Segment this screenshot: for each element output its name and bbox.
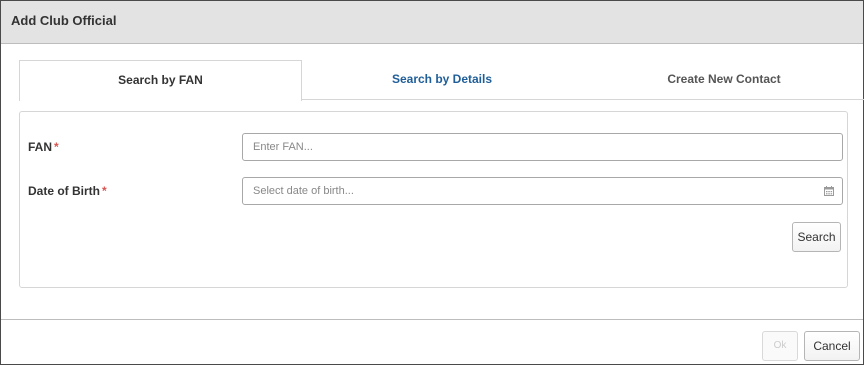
tab-search-by-details[interactable]: Search by Details: [301, 60, 583, 99]
dialog-header: Add Club Official: [1, 1, 863, 44]
dob-field-label: Date of Birth *: [28, 184, 107, 198]
calendar-icon[interactable]: [824, 186, 834, 196]
footer-divider: [1, 319, 863, 320]
fan-field-label: FAN *: [28, 140, 59, 154]
search-button[interactable]: Search: [792, 222, 841, 252]
cancel-button[interactable]: Cancel: [804, 331, 860, 361]
fan-input-placeholder: Enter FAN...: [253, 141, 313, 153]
fan-input[interactable]: Enter FAN...: [242, 133, 843, 161]
dob-label-text: Date of Birth: [28, 184, 100, 198]
tab-bar: Search by FAN Search by Details Create N…: [19, 60, 864, 101]
dialog-title: Add Club Official: [11, 13, 117, 28]
search-by-fan-panel: FAN * Enter FAN... Date of Birth * Select …: [19, 111, 848, 288]
fan-required-mark: *: [54, 140, 59, 154]
tab-create-new-contact[interactable]: Create New Contact: [583, 60, 864, 99]
add-club-official-dialog: Add Club Official Search by FAN Search b…: [0, 0, 864, 365]
tab-search-by-fan[interactable]: Search by FAN: [19, 60, 302, 101]
dob-input-placeholder: Select date of birth...: [253, 185, 354, 197]
tab-bar-divider: [301, 99, 864, 100]
fan-label-text: FAN: [28, 140, 52, 154]
ok-button[interactable]: Ok: [762, 331, 798, 361]
dob-input[interactable]: Select date of birth...: [242, 177, 843, 205]
dob-required-mark: *: [102, 184, 107, 198]
